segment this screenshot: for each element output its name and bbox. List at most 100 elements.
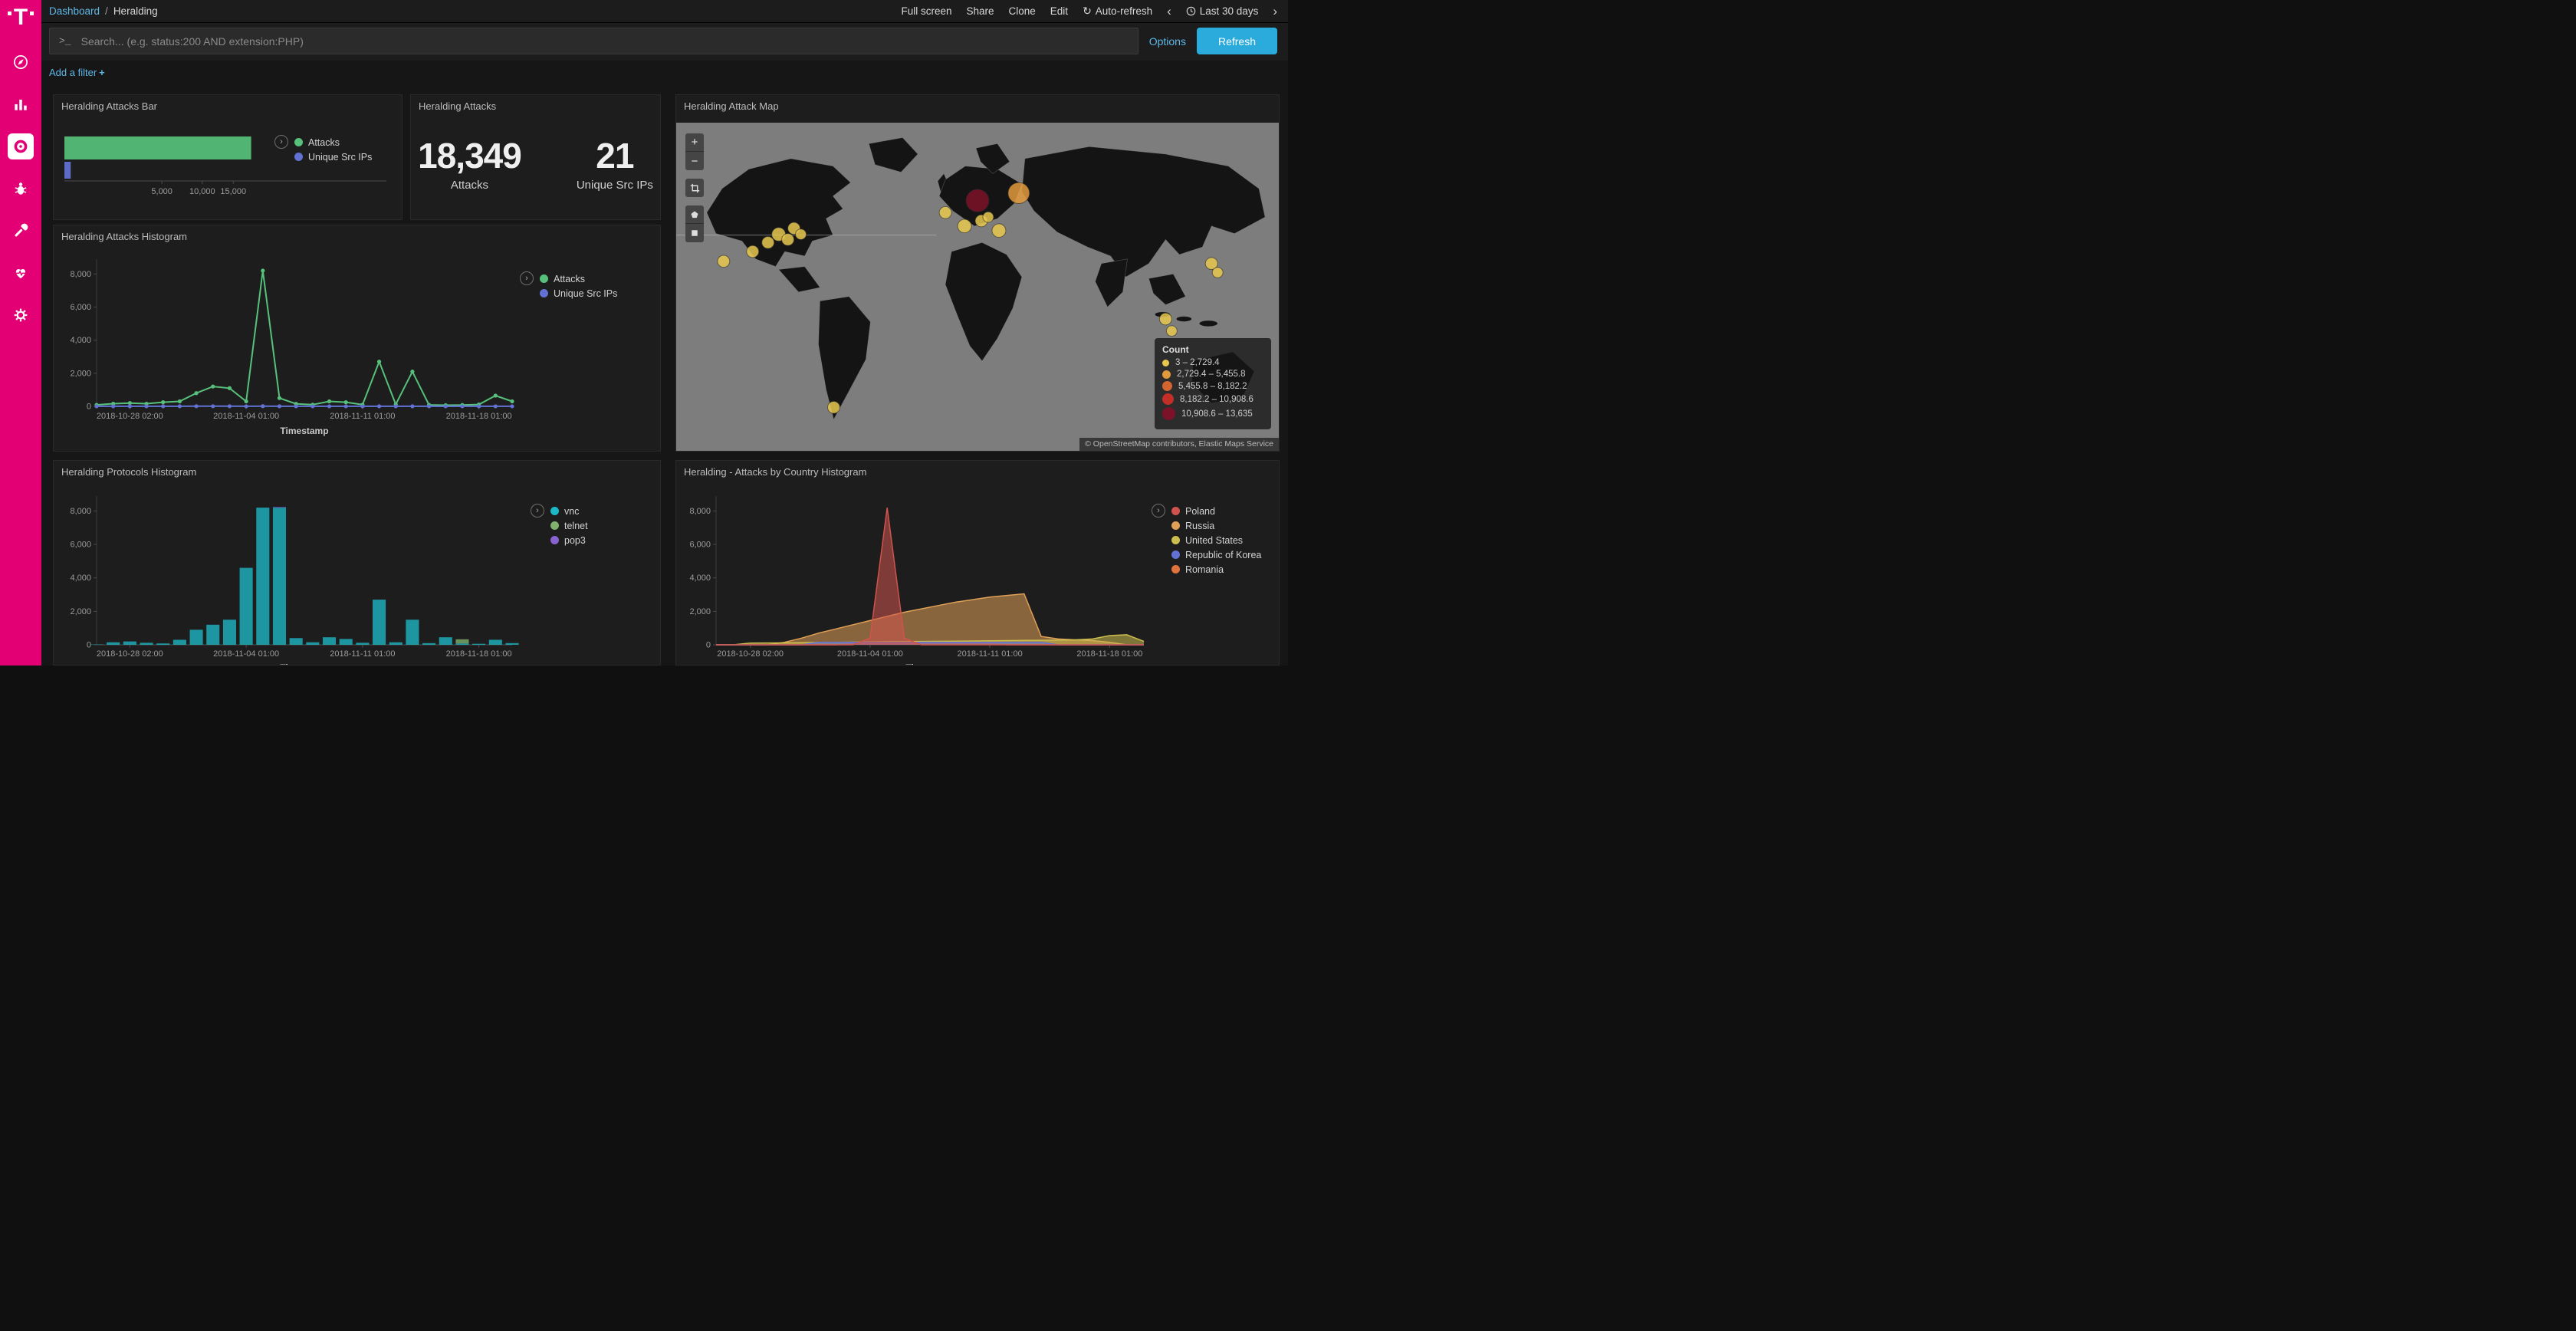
- nav-tools-wrench-icon[interactable]: [8, 218, 34, 244]
- add-filter-link[interactable]: Add a filter+: [49, 67, 105, 78]
- legend-label: Russia: [1185, 521, 1214, 531]
- legend-item[interactable]: United States: [1171, 535, 1261, 546]
- auto-refresh-button[interactable]: ↻ Auto-refresh: [1083, 5, 1152, 18]
- time-range-button[interactable]: Last 30 days: [1186, 5, 1259, 17]
- legend-label: Republic of Korea: [1185, 550, 1261, 560]
- svg-text:6,000: 6,000: [70, 303, 91, 312]
- legend-item[interactable]: Romania: [1171, 564, 1261, 575]
- svg-text:2018-10-28 02:00: 2018-10-28 02:00: [717, 649, 784, 659]
- legend-item[interactable]: Russia: [1171, 521, 1261, 531]
- nav-dashboard-icon[interactable]: [8, 133, 34, 159]
- legend-toggle-icon[interactable]: ›: [1152, 504, 1165, 518]
- search-input[interactable]: [80, 35, 1129, 48]
- logo-dot-left: [8, 12, 12, 15]
- legend-label: United States: [1185, 535, 1243, 546]
- svg-text:2018-11-18 01:00: 2018-11-18 01:00: [446, 649, 512, 659]
- legend-item[interactable]: telnet: [550, 521, 588, 531]
- svg-text:8,000: 8,000: [70, 507, 91, 516]
- panel-title[interactable]: Heralding Attack Map: [676, 95, 1279, 115]
- metric-value: 18,349: [418, 135, 521, 176]
- svg-text:2018-11-11 01:00: 2018-11-11 01:00: [330, 649, 395, 659]
- svg-text:2018-11-18 01:00: 2018-11-18 01:00: [1076, 649, 1142, 659]
- map-draw-rectangle-button[interactable]: [685, 224, 704, 242]
- legend-item[interactable]: Attacks: [540, 274, 617, 284]
- svg-text:2018-10-28 02:00: 2018-10-28 02:00: [97, 649, 163, 659]
- svg-text:15,000: 15,000: [220, 187, 246, 196]
- legend-toggle-icon[interactable]: ›: [520, 271, 534, 285]
- edit-button[interactable]: Edit: [1050, 5, 1068, 17]
- nav-visualize-icon[interactable]: [8, 91, 34, 117]
- legend-label: telnet: [564, 521, 588, 531]
- panel-heralding-attacks-bar: Heralding Attacks Bar 5,00010,00015,000 …: [53, 94, 402, 220]
- map-legend-range-label: 5,455.8 – 8,182.2: [1178, 382, 1247, 391]
- kibana-dashboard-app: T: [0, 0, 1288, 666]
- legend-toggle-icon[interactable]: ›: [531, 504, 544, 518]
- refresh-button[interactable]: Refresh: [1197, 28, 1277, 54]
- map-crop-button[interactable]: [685, 179, 704, 197]
- map-controls: + −: [685, 133, 704, 242]
- map-legend-title: Count: [1162, 344, 1262, 355]
- legend-dot-icon: [1171, 536, 1180, 544]
- map-draw-polygon-button[interactable]: [685, 205, 704, 224]
- legend-item[interactable]: Republic of Korea: [1171, 550, 1261, 560]
- breadcrumb: Dashboard / Heralding: [49, 5, 158, 17]
- breadcrumb-current: Heralding: [113, 5, 158, 17]
- share-button[interactable]: Share: [966, 5, 994, 17]
- country-histogram-chart[interactable]: 02,0004,0006,0008,0002018-10-28 02:00201…: [681, 487, 1156, 666]
- legend-item[interactable]: Unique Src IPs: [540, 288, 617, 299]
- legend-item[interactable]: vnc: [550, 506, 588, 517]
- legend-item[interactable]: Attacks: [294, 137, 372, 148]
- breadcrumb-dashboard-link[interactable]: Dashboard: [49, 5, 100, 17]
- fullscreen-button[interactable]: Full screen: [901, 5, 951, 17]
- legend-item[interactable]: pop3: [550, 535, 588, 546]
- chart-legend: › vnc telnet pop3: [531, 504, 588, 547]
- svg-text:4,000: 4,000: [70, 336, 91, 345]
- nav-health-heartbeat-icon[interactable]: [8, 260, 34, 286]
- map-legend-row: 5,455.8 – 8,182.2: [1162, 381, 1262, 391]
- map-zoom-in-button[interactable]: +: [685, 133, 704, 152]
- options-link[interactable]: Options: [1149, 35, 1186, 48]
- legend-label: Poland: [1185, 506, 1215, 517]
- map-legend-dot-icon: [1162, 393, 1174, 405]
- map-zoom-out-button[interactable]: −: [685, 152, 704, 170]
- panel-title[interactable]: Heralding - Attacks by Country Histogram: [676, 461, 1279, 481]
- svg-text:Timestamp: Timestamp: [280, 662, 328, 666]
- svg-text:6,000: 6,000: [70, 541, 91, 550]
- plus-icon: +: [99, 67, 105, 78]
- chart-legend: › Attacks Unique Src IPs: [274, 135, 372, 164]
- legend-dot-icon: [294, 153, 303, 161]
- legend-item[interactable]: Poland: [1171, 506, 1261, 517]
- nav-settings-gear-icon[interactable]: [8, 302, 34, 328]
- legend-dot-icon: [294, 138, 303, 146]
- legend-toggle-icon[interactable]: ›: [274, 135, 288, 149]
- time-back-button[interactable]: ‹: [1167, 5, 1171, 18]
- svg-text:0: 0: [706, 641, 711, 650]
- metric-unique-src-ips: 21 Unique Src IPs: [577, 135, 653, 192]
- svg-text:0: 0: [87, 641, 91, 650]
- metric-value: 21: [577, 135, 653, 176]
- panel-title[interactable]: Heralding Attacks: [411, 95, 660, 115]
- time-forward-button[interactable]: ›: [1273, 5, 1277, 18]
- legend-label: Unique Src IPs: [308, 152, 372, 163]
- world-map[interactable]: + − Count 3 – 2,729.42,729.4 – 5,455.85,…: [676, 123, 1279, 451]
- clone-button[interactable]: Clone: [1009, 5, 1036, 17]
- map-legend-range-label: 3 – 2,729.4: [1175, 358, 1220, 367]
- panel-title[interactable]: Heralding Protocols Histogram: [54, 461, 660, 481]
- refresh-icon: ↻: [1083, 5, 1092, 18]
- svg-text:2,000: 2,000: [70, 607, 91, 616]
- protocols-histogram-chart[interactable]: 02,0004,0006,0008,0002018-10-28 02:00201…: [61, 487, 521, 666]
- attacks-histogram-chart[interactable]: 02,0004,0006,0008,0002018-10-28 02:00201…: [61, 248, 521, 449]
- legend-label: vnc: [564, 506, 579, 517]
- nav-honeypot-bug-icon[interactable]: [8, 176, 34, 202]
- legend-item[interactable]: Unique Src IPs: [294, 152, 372, 163]
- tpot-telekom-logo[interactable]: T: [8, 6, 34, 29]
- metric-label: Unique Src IPs: [577, 179, 653, 192]
- map-attribution[interactable]: © OpenStreetMap contributors, Elastic Ma…: [1079, 438, 1279, 451]
- panel-title[interactable]: Heralding Attacks Histogram: [54, 225, 660, 245]
- panel-heralding-protocols-histogram: Heralding Protocols Histogram 02,0004,00…: [53, 460, 661, 666]
- panel-title[interactable]: Heralding Attacks Bar: [54, 95, 402, 115]
- legend-label: Unique Src IPs: [554, 288, 617, 299]
- svg-text:2018-11-04 01:00: 2018-11-04 01:00: [213, 649, 279, 659]
- nav-discover-icon[interactable]: [8, 49, 34, 75]
- svg-text:0: 0: [87, 403, 91, 412]
